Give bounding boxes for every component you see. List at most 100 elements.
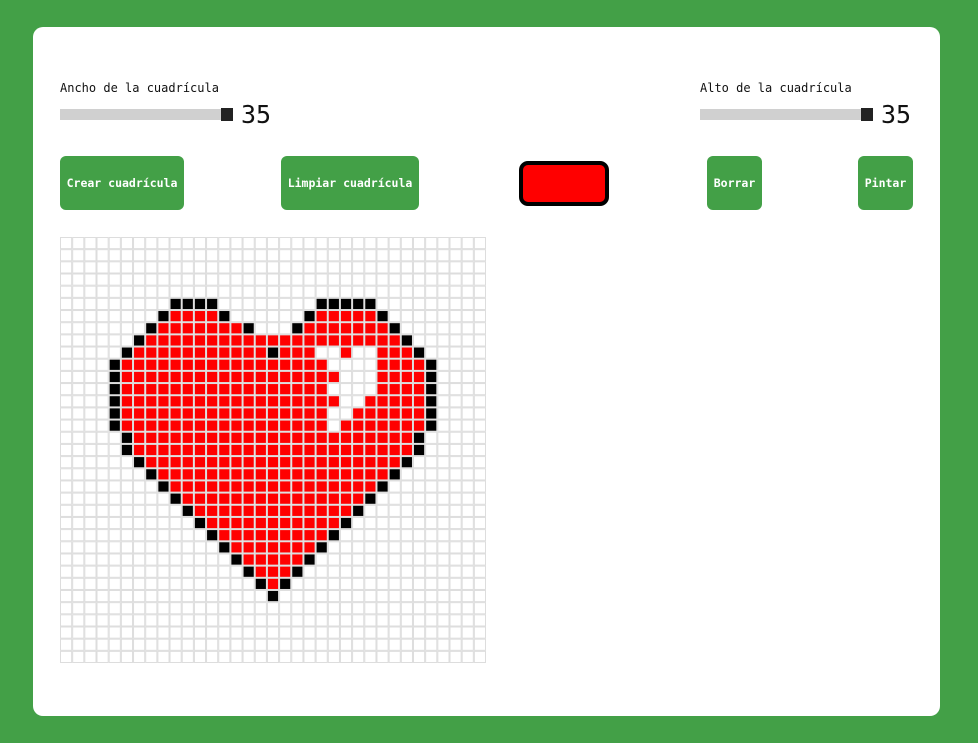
grid-cell[interactable] xyxy=(145,407,158,420)
grid-cell[interactable] xyxy=(72,383,85,396)
grid-cell[interactable] xyxy=(303,626,316,639)
grid-cell[interactable] xyxy=(339,565,353,578)
grid-cell[interactable] xyxy=(473,516,486,530)
grid-cell[interactable] xyxy=(315,431,328,444)
grid-cell[interactable] xyxy=(364,237,377,250)
grid-cell[interactable] xyxy=(230,273,243,286)
grid-cell[interactable] xyxy=(327,529,340,542)
grid-cell[interactable] xyxy=(84,541,97,554)
grid-cell[interactable] xyxy=(181,383,194,396)
grid-cell[interactable] xyxy=(437,395,450,408)
grid-cell[interactable] xyxy=(461,249,474,262)
grid-cell[interactable] xyxy=(193,650,207,663)
grid-cell[interactable] xyxy=(181,589,194,603)
grid-cell[interactable] xyxy=(169,468,182,481)
grid-cell[interactable] xyxy=(437,249,450,262)
grid-cell[interactable] xyxy=(327,504,340,517)
grid-cell[interactable] xyxy=(376,297,389,311)
grid-cell[interactable] xyxy=(364,273,377,286)
grid-cell[interactable] xyxy=(400,614,413,627)
grid-cell[interactable] xyxy=(425,358,438,371)
grid-cell[interactable] xyxy=(72,638,85,651)
grid-cell[interactable] xyxy=(133,541,146,554)
grid-cell[interactable] xyxy=(84,407,97,420)
grid-cell[interactable] xyxy=(206,516,219,530)
grid-cell[interactable] xyxy=(254,614,267,627)
grid-cell[interactable] xyxy=(437,589,450,603)
grid-cell[interactable] xyxy=(339,383,353,396)
grid-cell[interactable] xyxy=(266,492,280,505)
grid-cell[interactable] xyxy=(352,614,365,627)
grid-cell[interactable] xyxy=(108,492,121,505)
grid-cell[interactable] xyxy=(327,419,340,432)
grid-cell[interactable] xyxy=(157,249,170,262)
grid-cell[interactable] xyxy=(327,407,340,420)
grid-cell[interactable] xyxy=(120,237,134,250)
grid-cell[interactable] xyxy=(218,322,231,335)
grid-cell[interactable] xyxy=(425,650,438,663)
grid-cell[interactable] xyxy=(242,589,255,603)
grid-cell[interactable] xyxy=(133,383,146,396)
grid-cell[interactable] xyxy=(60,638,73,651)
grid-cell[interactable] xyxy=(412,358,426,371)
grid-cell[interactable] xyxy=(254,565,267,578)
grid-cell[interactable] xyxy=(339,395,353,408)
grid-cell[interactable] xyxy=(388,480,401,493)
grid-cell[interactable] xyxy=(145,529,158,542)
grid-cell[interactable] xyxy=(400,480,413,493)
grid-cell[interactable] xyxy=(291,638,304,651)
grid-cell[interactable] xyxy=(96,237,109,250)
grid-cell[interactable] xyxy=(303,650,316,663)
grid-cell[interactable] xyxy=(327,626,340,639)
grid-cell[interactable] xyxy=(437,565,450,578)
grid-cell[interactable] xyxy=(437,443,450,457)
grid-cell[interactable] xyxy=(242,285,255,298)
grid-cell[interactable] xyxy=(364,431,377,444)
grid-cell[interactable] xyxy=(327,285,340,298)
grid-cell[interactable] xyxy=(145,492,158,505)
grid-cell[interactable] xyxy=(157,297,170,311)
grid-cell[interactable] xyxy=(181,553,194,566)
grid-cell[interactable] xyxy=(84,638,97,651)
grid-cell[interactable] xyxy=(449,529,462,542)
grid-cell[interactable] xyxy=(60,249,73,262)
grid-cell[interactable] xyxy=(84,334,97,347)
grid-cell[interactable] xyxy=(315,529,328,542)
grid-cell[interactable] xyxy=(242,237,255,250)
grid-cell[interactable] xyxy=(279,468,292,481)
grid-cell[interactable] xyxy=(96,261,109,274)
erase-button[interactable]: Borrar xyxy=(707,156,762,210)
grid-cell[interactable] xyxy=(388,443,401,457)
grid-cell[interactable] xyxy=(133,626,146,639)
grid-cell[interactable] xyxy=(242,261,255,274)
grid-cell[interactable] xyxy=(266,541,280,554)
grid-cell[interactable] xyxy=(96,310,109,323)
grid-cell[interactable] xyxy=(193,529,207,542)
grid-cell[interactable] xyxy=(376,529,389,542)
grid-cell[interactable] xyxy=(96,650,109,663)
grid-cell[interactable] xyxy=(72,249,85,262)
grid-cell[interactable] xyxy=(72,407,85,420)
grid-cell[interactable] xyxy=(193,297,207,311)
grid-cell[interactable] xyxy=(266,285,280,298)
grid-cell[interactable] xyxy=(327,565,340,578)
grid-cell[interactable] xyxy=(388,358,401,371)
grid-cell[interactable] xyxy=(461,370,474,384)
grid-cell[interactable] xyxy=(473,431,486,444)
grid-cell[interactable] xyxy=(60,650,73,663)
grid-cell[interactable] xyxy=(72,504,85,517)
grid-cell[interactable] xyxy=(388,322,401,335)
grid-cell[interactable] xyxy=(169,322,182,335)
grid-cell[interactable] xyxy=(279,480,292,493)
grid-cell[interactable] xyxy=(400,553,413,566)
grid-cell[interactable] xyxy=(254,589,267,603)
grid-cell[interactable] xyxy=(169,638,182,651)
grid-cell[interactable] xyxy=(376,334,389,347)
grid-cell[interactable] xyxy=(376,261,389,274)
grid-cell[interactable] xyxy=(60,310,73,323)
grid-cell[interactable] xyxy=(327,370,340,384)
grid-cell[interactable] xyxy=(291,650,304,663)
grid-cell[interactable] xyxy=(230,602,243,615)
grid-cell[interactable] xyxy=(193,443,207,457)
grid-cell[interactable] xyxy=(72,297,85,311)
